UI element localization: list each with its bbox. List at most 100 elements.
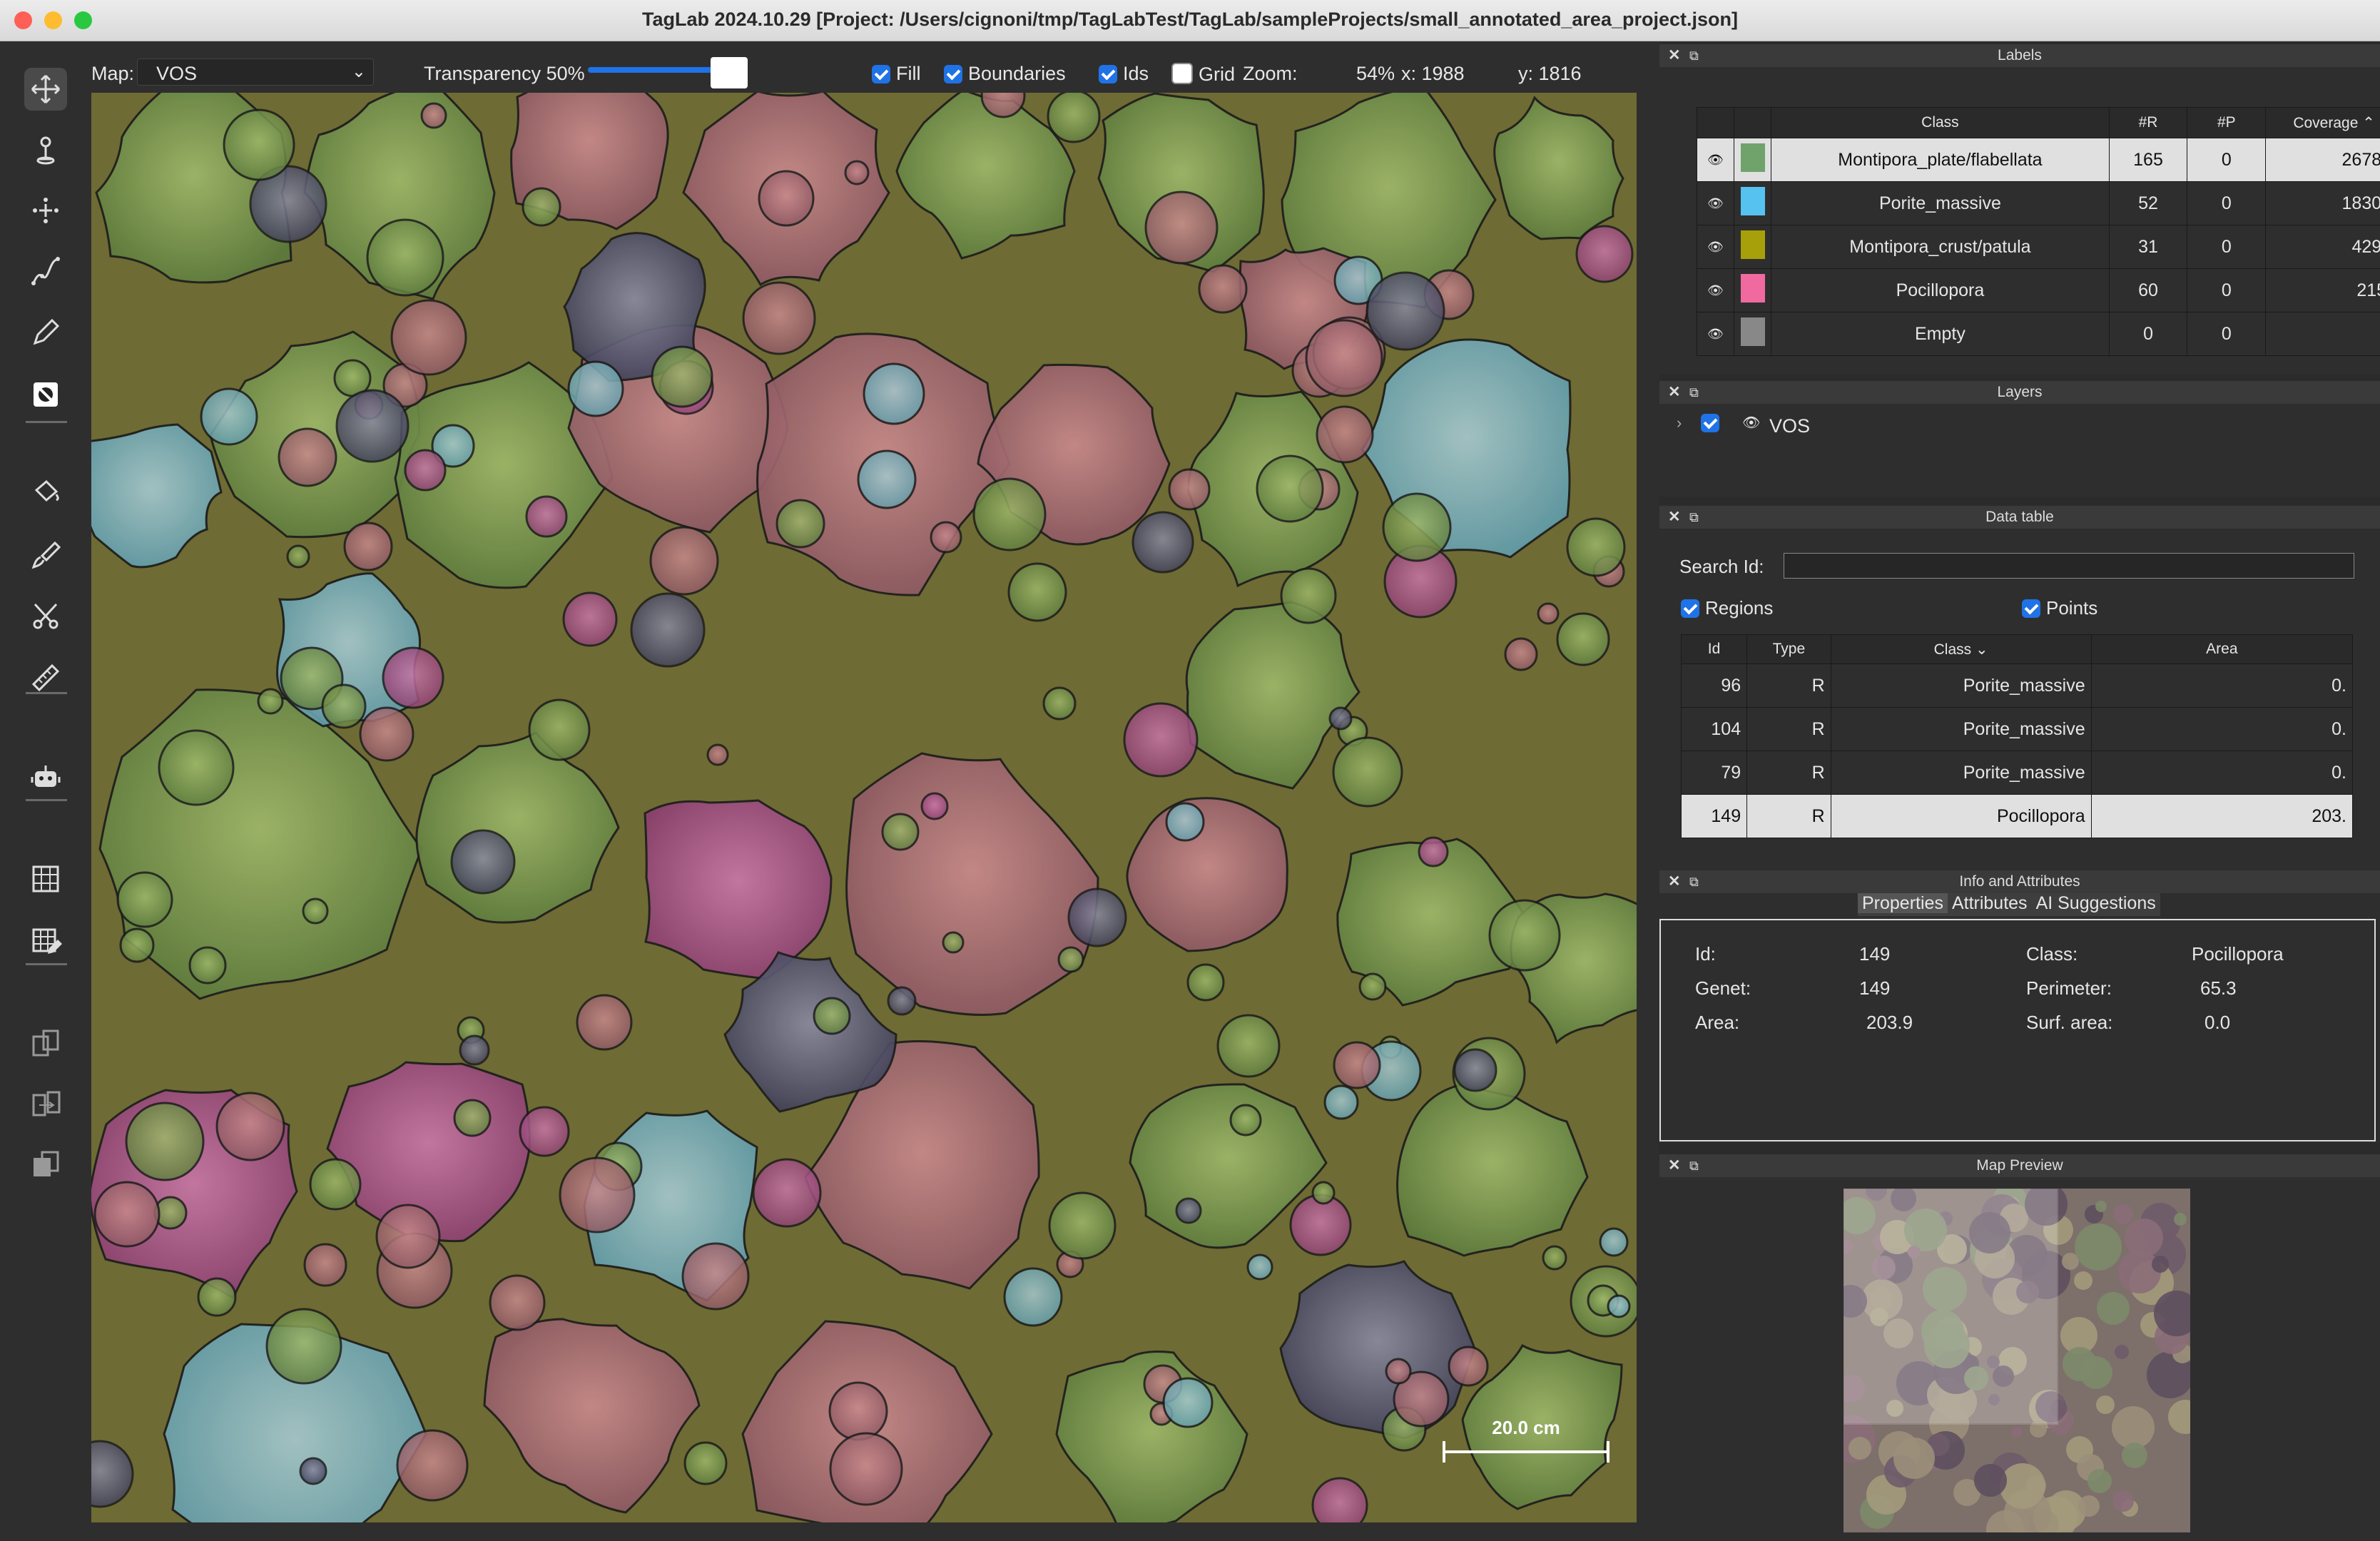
data-table-row[interactable]: 104 R Porite_massive 0. [1680,707,2354,751]
match-tool-button[interactable] [24,1083,67,1126]
coral-region[interactable] [1504,637,1538,671]
coral-region[interactable] [881,813,920,851]
edit-grid-tool-button[interactable] [24,920,67,963]
coral-region[interactable] [420,102,447,129]
label-row[interactable]: 👁 Montipora_plate/flabellata165026789. [1696,138,2380,182]
boundaries-checkbox[interactable]: Boundaries [944,63,1066,85]
pencil-tool-button[interactable] [24,311,67,354]
coral-region[interactable] [366,218,444,297]
coral-region[interactable] [116,871,173,928]
tab-properties[interactable]: Properties [1858,893,1948,913]
map-preview-thumbnail[interactable] [1844,1189,2190,1532]
coral-region[interactable] [630,592,706,668]
coral-region[interactable] [752,1158,822,1228]
eye-icon[interactable]: 👁 [1696,268,1735,312]
class-color-swatch[interactable] [1734,181,1772,225]
coral-region[interactable] [1007,562,1067,622]
class-color-swatch[interactable] [1734,225,1772,269]
coral-region[interactable] [1042,686,1077,721]
move-tool-button[interactable] [24,68,67,111]
labels-header-r[interactable]: #R [2108,107,2188,138]
map-select[interactable]: VOS ⌄ [137,59,374,86]
eye-icon[interactable]: 👁 [1742,414,1760,432]
layer-visibility-checkbox[interactable] [1701,414,1725,432]
chevron-right-icon[interactable]: › [1677,414,1682,432]
class-color-swatch[interactable] [1734,138,1772,182]
tab-attributes[interactable]: Attributes [1948,893,2032,913]
coral-region[interactable] [559,1156,636,1234]
coral-region[interactable] [1003,1267,1063,1327]
coral-region[interactable] [1599,1227,1629,1257]
coral-region[interactable] [1305,319,1383,397]
coral-region[interactable] [1175,1197,1202,1224]
coral-region[interactable] [1448,1346,1489,1387]
coral-region[interactable] [562,591,618,647]
coral-region[interactable] [522,187,561,227]
label-row[interactable]: 👁Empty000 [1696,312,2380,356]
coral-region[interactable] [1162,1377,1214,1428]
coral-region[interactable] [1229,1104,1262,1136]
coral-annotation-canvas[interactable]: 20.0 cm [91,93,1637,1522]
close-icon[interactable]: ✕ [1668,870,1681,893]
coral-region[interactable] [321,683,367,729]
coral-region[interactable] [382,646,444,709]
coral-region[interactable] [1366,271,1445,351]
coral-region[interactable] [1168,468,1211,511]
coral-region[interactable] [404,449,447,492]
float-icon[interactable]: ⧉ [1689,381,1699,404]
four-points-tool-button[interactable] [24,189,67,232]
float-icon[interactable]: ⧉ [1689,506,1699,529]
eye-icon[interactable]: 👁 [1696,312,1735,356]
coral-region[interactable] [188,946,227,985]
coral-region[interactable] [1382,492,1452,562]
coral-region[interactable] [887,986,917,1016]
coral-region[interactable] [863,362,925,425]
coral-region[interactable] [125,1102,205,1181]
copy-tool-button[interactable] [24,1143,67,1186]
coral-region[interactable] [1358,972,1387,1001]
coral-region[interactable] [215,1092,285,1161]
coral-region[interactable] [1067,888,1127,947]
grid-checkbox[interactable]: Grid [1171,63,1235,86]
coral-region[interactable] [930,521,962,554]
coral-region[interactable] [519,1106,570,1157]
labels-header-coverage[interactable]: Coverage ⌃ [2265,107,2380,138]
labels-header-class[interactable]: Class [1771,107,2110,138]
search-id-input[interactable] [1784,553,2354,579]
coral-region[interactable] [1385,1358,1412,1385]
transparency-slider[interactable] [588,67,716,73]
class-color-swatch[interactable] [1734,268,1772,312]
grid-tool-button[interactable] [24,858,67,900]
fill-checkbox[interactable]: Fill [872,63,921,85]
split-tool-button[interactable] [24,373,67,416]
coral-region[interactable] [1186,963,1225,1002]
coral-region[interactable] [1123,702,1199,778]
class-color-swatch[interactable] [1734,312,1772,356]
close-icon[interactable]: ✕ [1668,44,1681,67]
pin-tool-button[interactable] [24,128,67,171]
coral-region[interactable] [651,345,713,408]
data-table-row[interactable]: 149 R Pocillopora 203. [1680,794,2354,838]
eye-icon[interactable]: 👁 [1696,138,1735,182]
coral-region[interactable] [576,994,633,1051]
coral-region[interactable] [1131,511,1194,574]
coral-region[interactable] [359,706,415,762]
coral-region[interactable] [1047,93,1101,143]
coral-region[interactable] [1332,736,1403,808]
coral-region[interactable] [844,160,870,185]
coral-region[interactable] [525,495,568,538]
coral-region[interactable] [1165,802,1205,842]
coral-region[interactable] [302,897,329,925]
coral-region[interactable] [303,1243,347,1287]
coral-region[interactable] [972,477,1047,551]
coral-region[interactable] [829,1432,903,1506]
coral-region[interactable] [197,1277,237,1317]
float-icon[interactable]: ⧉ [1689,44,1699,67]
coral-region[interactable] [567,360,624,417]
eye-icon[interactable]: 👁 [1696,225,1735,269]
coral-region[interactable] [1311,1181,1336,1205]
coral-region[interactable] [1057,946,1084,973]
coral-region[interactable] [1537,602,1560,625]
coral-region[interactable] [375,1204,441,1269]
scissors-tool-button[interactable] [24,595,67,638]
